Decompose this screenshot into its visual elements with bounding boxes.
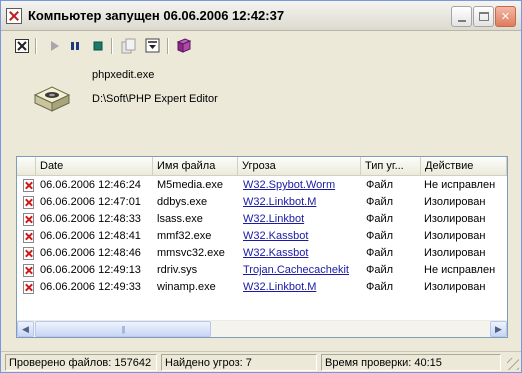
horizontal-scrollbar[interactable]: ◀ ||| ▶ bbox=[17, 320, 507, 337]
threat-file-icon bbox=[23, 213, 34, 226]
row-threat-link[interactable]: W32.Spybot.Worm bbox=[243, 179, 361, 191]
row-threat-link[interactable]: W32.Linkbot bbox=[243, 213, 361, 225]
close-x-icon bbox=[6, 8, 22, 24]
row-type: Файл bbox=[366, 281, 394, 293]
table-row[interactable]: 06.06.2006 12:49:13 rdriv.sys Trojan.Cac… bbox=[17, 262, 507, 279]
row-threat-link[interactable]: W32.Kassbot bbox=[243, 247, 361, 259]
threat-file-icon bbox=[23, 196, 34, 209]
table-row[interactable]: 06.06.2006 12:49:33 winamp.exe W32.Linkb… bbox=[17, 279, 507, 296]
status-scan-time: Время проверки: 40:15 bbox=[321, 354, 501, 371]
column-header-type[interactable]: Тип уг... bbox=[361, 157, 421, 176]
table-row[interactable]: 06.06.2006 12:48:33 lsass.exe W32.Linkbo… bbox=[17, 211, 507, 228]
row-type: Файл bbox=[366, 179, 394, 191]
row-action: Изолирован bbox=[424, 213, 486, 225]
table-row[interactable]: 06.06.2006 12:47:01 ddbys.exe W32.Linkbo… bbox=[17, 194, 507, 211]
save-icon[interactable] bbox=[144, 37, 162, 55]
window-title: Компьютер запущен 06.06.2006 12:42:37 bbox=[28, 8, 285, 23]
row-threat-link[interactable]: W32.Linkbot.M bbox=[243, 281, 361, 293]
status-threats-found: Найдено угроз: 7 bbox=[161, 354, 317, 371]
column-header-file[interactable]: Имя файла bbox=[153, 157, 238, 176]
report-window: Компьютер запущен 06.06.2006 12:42:37 ✕ bbox=[0, 0, 522, 373]
column-header-threat[interactable]: Угроза bbox=[238, 157, 361, 176]
book-icon[interactable] bbox=[175, 37, 193, 55]
list-header: Date Имя файла Угроза Тип уг... Действие bbox=[17, 157, 507, 176]
table-row[interactable]: 06.06.2006 12:46:24 M5media.exe W32.Spyb… bbox=[17, 177, 507, 194]
row-file: ddbys.exe bbox=[157, 196, 208, 208]
column-header-action[interactable]: Действие bbox=[421, 157, 507, 176]
row-type: Файл bbox=[366, 247, 394, 259]
list-rows: 06.06.2006 12:46:24 M5media.exe W32.Spyb… bbox=[17, 177, 507, 296]
row-file: mmsvc32.exe bbox=[157, 247, 225, 259]
stop-icon[interactable] bbox=[89, 37, 107, 55]
application-icon bbox=[33, 81, 71, 113]
row-action: Не исправлен bbox=[424, 264, 496, 276]
row-file: winamp.exe bbox=[157, 281, 216, 293]
row-type: Файл bbox=[366, 264, 394, 276]
file-name: phpxedit.exe bbox=[92, 69, 155, 81]
scroll-right-arrow-icon[interactable]: ▶ bbox=[490, 321, 507, 337]
minimize-button[interactable] bbox=[451, 6, 472, 27]
table-row[interactable]: 06.06.2006 12:48:41 mmf32.exe W32.Kassbo… bbox=[17, 228, 507, 245]
row-date: 06.06.2006 12:48:41 bbox=[40, 230, 141, 242]
scroll-left-arrow-icon[interactable]: ◀ bbox=[17, 321, 34, 337]
pause-icon[interactable] bbox=[66, 37, 84, 55]
row-file: lsass.exe bbox=[157, 213, 203, 225]
threat-file-icon bbox=[23, 179, 34, 192]
title-bar[interactable]: Компьютер запущен 06.06.2006 12:42:37 ✕ bbox=[1, 1, 521, 31]
play-icon[interactable] bbox=[45, 37, 63, 55]
row-file: M5media.exe bbox=[157, 179, 224, 191]
file-path: D:\Soft\PHP Expert Editor bbox=[92, 93, 218, 105]
maximize-button[interactable] bbox=[473, 6, 494, 27]
row-file: mmf32.exe bbox=[157, 230, 212, 242]
row-action: Изолирован bbox=[424, 230, 486, 242]
column-header-date[interactable]: Date bbox=[36, 157, 153, 176]
row-action: Изолирован bbox=[424, 196, 486, 208]
row-file: rdriv.sys bbox=[157, 264, 198, 276]
threats-list[interactable]: Date Имя файла Угроза Тип уг... Действие… bbox=[16, 156, 508, 338]
status-files-checked: Проверено файлов: 157642 bbox=[5, 354, 157, 371]
threat-file-icon bbox=[23, 281, 34, 294]
column-header-icon[interactable] bbox=[17, 157, 36, 176]
resize-grip-icon[interactable] bbox=[507, 358, 519, 370]
table-row[interactable]: 06.06.2006 12:48:46 mmsvc32.exe W32.Kass… bbox=[17, 245, 507, 262]
status-bar: Проверено файлов: 157642 Найдено угроз: … bbox=[1, 351, 521, 372]
row-date: 06.06.2006 12:49:33 bbox=[40, 281, 141, 293]
row-threat-link[interactable]: Trojan.Cachecachekit bbox=[243, 264, 361, 276]
row-date: 06.06.2006 12:48:46 bbox=[40, 247, 141, 259]
threat-file-icon bbox=[23, 247, 34, 260]
close-report-icon[interactable] bbox=[13, 37, 31, 55]
row-type: Файл bbox=[366, 230, 394, 242]
copy-icon[interactable] bbox=[120, 37, 138, 55]
row-threat-link[interactable]: W32.Linkbot.M bbox=[243, 196, 361, 208]
row-date: 06.06.2006 12:48:33 bbox=[40, 213, 141, 225]
close-button[interactable]: ✕ bbox=[495, 6, 516, 27]
toolbar bbox=[9, 35, 209, 57]
row-date: 06.06.2006 12:49:13 bbox=[40, 264, 141, 276]
threat-file-icon bbox=[23, 230, 34, 243]
row-type: Файл bbox=[366, 196, 394, 208]
row-action: Не исправлен bbox=[424, 179, 496, 191]
threat-file-icon bbox=[23, 264, 34, 277]
row-type: Файл bbox=[366, 213, 394, 225]
row-date: 06.06.2006 12:46:24 bbox=[40, 179, 141, 191]
row-date: 06.06.2006 12:47:01 bbox=[40, 196, 141, 208]
row-action: Изолирован bbox=[424, 247, 486, 259]
scrollbar-thumb[interactable]: ||| bbox=[35, 321, 211, 337]
row-action: Изолирован bbox=[424, 281, 486, 293]
row-threat-link[interactable]: W32.Kassbot bbox=[243, 230, 361, 242]
